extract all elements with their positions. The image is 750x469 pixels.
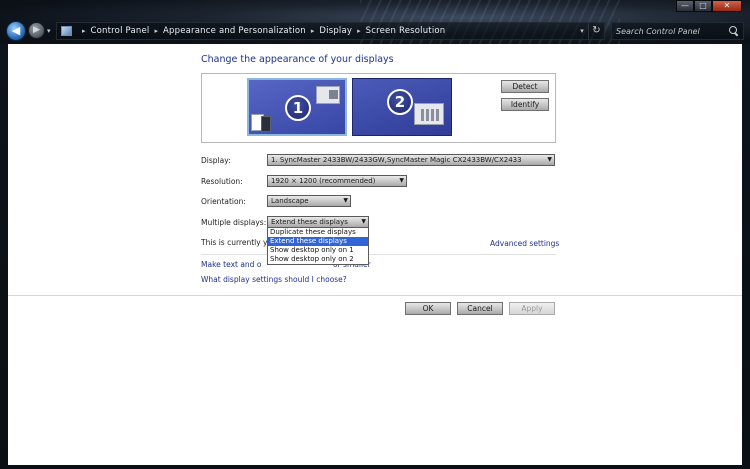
search-box[interactable] — [611, 22, 744, 40]
make-text-larger-link[interactable]: Make text and other — [201, 260, 261, 269]
window-frame: — □ ✕ ◀ ▶ ▾ ▸ Control Panel ▸ Appearance… — [0, 0, 750, 469]
chevron-down-icon: ▼ — [361, 218, 366, 225]
chevron-right-icon[interactable]: ▸ — [82, 27, 86, 35]
apply-button[interactable]: Apply — [509, 302, 555, 315]
monitor-2-preview[interactable]: 2 — [352, 78, 452, 136]
resolution-label: Resolution: — [201, 177, 243, 186]
chevron-right-icon[interactable]: ▸ — [154, 27, 158, 35]
control-panel-icon — [61, 26, 72, 36]
maximize-button[interactable]: □ — [694, 0, 712, 12]
footer-divider — [8, 295, 742, 296]
dropdown-option-only-2[interactable]: Show desktop only on 2 — [268, 255, 368, 264]
breadcrumb-appearance[interactable]: Appearance and Personalization — [163, 26, 306, 36]
multiple-displays-dropdown-list: Duplicate these displays Extend these di… — [267, 227, 369, 265]
multiple-displays-select-value: Extend these displays — [271, 218, 348, 226]
chevron-down-icon: ▼ — [399, 177, 404, 184]
breadcrumb-screen-resolution[interactable]: Screen Resolution — [366, 26, 446, 36]
taskbar-thumbnail-icon — [261, 116, 271, 132]
forward-button[interactable]: ▶ — [28, 22, 45, 39]
window-thumbnail-icon — [316, 86, 340, 104]
search-input[interactable] — [616, 26, 729, 36]
close-button[interactable]: ✕ — [712, 0, 742, 12]
ok-button[interactable]: OK — [405, 302, 451, 315]
minimize-button[interactable]: — — [676, 0, 694, 12]
address-bar[interactable]: ▸ Control Panel ▸ Appearance and Persona… — [56, 22, 605, 40]
current-display-text: This is currently you — [201, 238, 267, 247]
dropdown-option-duplicate[interactable]: Duplicate these displays — [268, 228, 368, 237]
calculator-thumbnail-icon — [414, 103, 444, 125]
multiple-displays-label: Multiple displays: — [201, 218, 267, 227]
monitor-number: 2 — [387, 89, 413, 115]
which-settings-link[interactable]: What display settings should I choose? — [201, 275, 347, 284]
divider — [201, 254, 556, 255]
orientation-select-value: Landscape — [271, 197, 309, 205]
back-button[interactable]: ◀ — [6, 21, 26, 41]
recent-pages-chevron-icon[interactable]: ▾ — [47, 27, 51, 35]
resolution-select-value: 1920 × 1200 (recommended) — [271, 177, 376, 185]
cancel-button[interactable]: Cancel — [457, 302, 503, 315]
refresh-icon[interactable]: ↻ — [588, 23, 604, 39]
chevron-down-icon: ▼ — [343, 197, 348, 204]
display-select[interactable]: 1. SyncMaster 2433BW/2433GW,SyncMaster M… — [267, 154, 555, 166]
orientation-label: Orientation: — [201, 197, 246, 206]
address-dropdown-icon[interactable]: ▾ — [576, 27, 588, 35]
monitor-number: 1 — [285, 95, 311, 121]
monitor-1-preview[interactable]: 1 — [246, 77, 348, 137]
resolution-select[interactable]: 1920 × 1200 (recommended) ▼ — [267, 175, 407, 187]
chevron-right-icon[interactable]: ▸ — [357, 27, 361, 35]
dropdown-option-extend[interactable]: Extend these displays — [268, 237, 368, 246]
address-actions: ▾ ↻ — [576, 23, 604, 39]
detect-button[interactable]: Detect — [501, 80, 549, 93]
chevron-down-icon: ▼ — [547, 156, 552, 163]
breadcrumb-display[interactable]: Display — [319, 26, 352, 36]
content-pane: Change the appearance of your displays 1… — [8, 44, 742, 465]
display-select-value: 1. SyncMaster 2433BW/2433GW,SyncMaster M… — [271, 156, 522, 164]
window-controls: — □ ✕ — [676, 0, 742, 12]
search-icon[interactable] — [729, 26, 739, 36]
dropdown-option-only-1[interactable]: Show desktop only on 1 — [268, 246, 368, 255]
identify-button[interactable]: Identify — [501, 98, 549, 111]
breadcrumb-control-panel[interactable]: Control Panel — [91, 26, 150, 36]
advanced-settings-link[interactable]: Advanced settings — [490, 239, 559, 248]
chevron-right-icon[interactable]: ▸ — [311, 27, 315, 35]
display-label: Display: — [201, 156, 231, 165]
orientation-select[interactable]: Landscape ▼ — [267, 195, 351, 207]
page-title: Change the appearance of your displays — [201, 54, 394, 65]
